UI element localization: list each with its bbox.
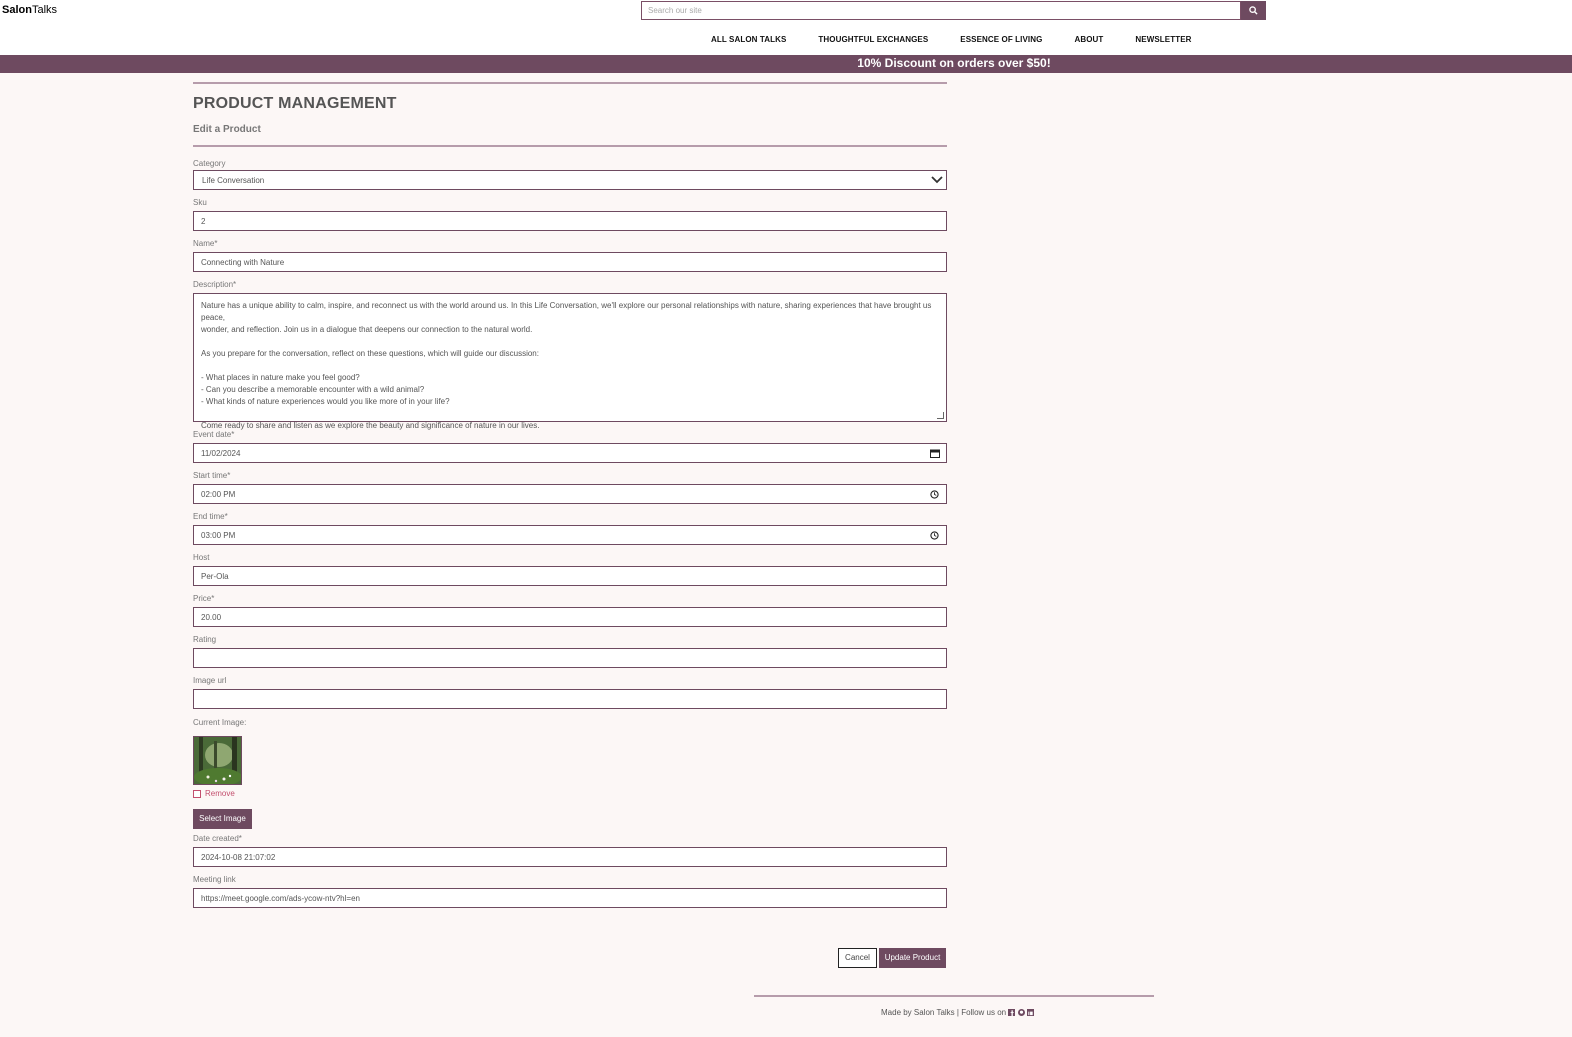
event-date-value: 11/02/2024 [201,448,241,458]
nav-essence-of-living[interactable]: ESSENCE OF LIVING [960,35,1042,44]
main-nav: ALL SALON TALKS THOUGHTFUL EXCHANGES ESS… [711,35,1224,44]
host-label: Host [193,553,210,562]
current-image-thumbnail [193,736,242,785]
date-created-label: Date created* [193,834,242,843]
linkedin-icon[interactable] [1026,1009,1034,1016]
start-time-value: 02:00 PM [201,489,236,499]
search-bar [641,1,1266,20]
site-logo[interactable]: SalonTalks [2,4,57,16]
logo-bold-text: Salon [2,4,32,16]
footer-text: Made by Salon Talks | Follow us on [881,1008,1007,1017]
nav-newsletter[interactable]: NEWSLETTER [1135,35,1191,44]
image-url-label: Image url [193,676,227,685]
clock-icon[interactable] [930,490,939,499]
nav-thoughtful-exchanges[interactable]: THOUGHTFUL EXCHANGES [818,35,928,44]
form-actions: Cancel Update Product [838,948,946,968]
date-created-value: 2024-10-08 21:07:02 [201,852,276,862]
cancel-button[interactable]: Cancel [838,948,877,968]
logo-rest-text: Talks [31,4,58,16]
price-value: 20.00 [201,612,222,622]
header: SalonTalks ALL SALON TALKS THOUGHTFUL EX… [0,0,1572,55]
facebook-icon[interactable] [1008,1009,1016,1016]
host-input[interactable]: Per-Ola [193,566,947,586]
github-icon[interactable] [1017,1009,1025,1016]
nav-all-salon-talks[interactable]: ALL SALON TALKS [711,35,786,44]
description-textarea[interactable]: Nature has a unique ability to calm, ins… [193,293,947,430]
rating-input[interactable] [193,648,947,668]
name-label: Name* [193,239,218,248]
chevron-down-icon [931,176,943,184]
page-subtitle: Edit a Product [193,124,261,135]
page-title: PRODUCT MANAGEMENT [193,95,397,112]
calendar-icon[interactable] [930,449,940,458]
sku-input[interactable]: 2 [193,211,947,231]
meeting-link-input[interactable]: https://meet.google.com/ads-ycow-ntv?hl=… [193,888,947,908]
start-time-input[interactable]: 02:00 PM [193,484,947,504]
meeting-link-label: Meeting link [193,875,236,884]
search-button[interactable] [1241,1,1266,20]
current-image-label: Current Image: [193,718,247,727]
update-product-button[interactable]: Update Product [879,948,946,968]
end-time-value: 03:00 PM [201,530,236,540]
start-time-label: Start time* [193,471,231,480]
category-select[interactable]: Life Conversation [193,170,947,190]
footer-divider [754,995,1154,997]
category-value: Life Conversation [202,175,265,185]
name-input[interactable]: Connecting with Nature [193,252,947,272]
forest-image [194,737,241,784]
divider [193,82,947,84]
image-url-input[interactable] [193,689,947,709]
sku-value: 2 [201,216,206,226]
meeting-link-value: https://meet.google.com/ads-ycow-ntv?hl=… [201,893,360,903]
footer: Made by Salon Talks | Follow us on [881,1008,1034,1017]
search-icon [1249,6,1258,15]
description-value: Nature has a unique ability to calm, ins… [201,301,932,430]
remove-image-checkbox[interactable]: Remove [193,789,947,798]
category-label: Category [193,159,226,168]
product-form-container: PRODUCT MANAGEMENT Edit a Product Catego… [193,82,947,968]
end-time-label: End time* [193,512,228,521]
date-created-input[interactable]: 2024-10-08 21:07:02 [193,847,947,867]
select-image-button[interactable]: Select Image [193,809,252,829]
name-value: Connecting with Nature [201,257,285,267]
price-label: Price* [193,594,215,603]
search-input[interactable] [641,1,1241,20]
clock-icon[interactable] [930,531,939,540]
sku-label: Sku [193,198,207,207]
discount-banner: 10% Discount on orders over $50! [0,55,1572,73]
end-time-input[interactable]: 03:00 PM [193,525,947,545]
description-label: Description* [193,280,237,289]
event-date-input[interactable]: 11/02/2024 [193,443,947,463]
price-input[interactable]: 20.00 [193,607,947,627]
resize-handle[interactable] [937,412,944,419]
checkbox[interactable] [193,789,201,798]
nav-about[interactable]: ABOUT [1074,35,1103,44]
remove-label: Remove [205,789,235,798]
rating-label: Rating [193,635,217,644]
divider [193,145,947,147]
host-value: Per-Ola [201,571,229,581]
